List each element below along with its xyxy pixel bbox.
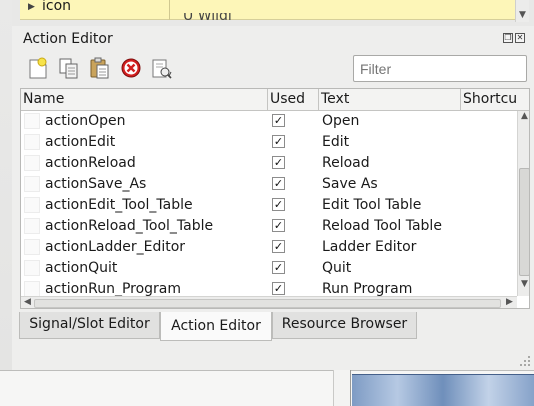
column-header-shortcut[interactable]: Shortcut — [461, 89, 517, 111]
table-header: Name Used Text Shortcut — [21, 89, 529, 111]
used-checkbox: ✓ — [272, 282, 285, 295]
action-icon-placeholder — [24, 218, 40, 234]
action-icon-placeholder — [24, 134, 40, 150]
configure-icon — [152, 59, 172, 79]
column-header-used[interactable]: Used — [268, 89, 319, 111]
dock-title: Action Editor — [23, 31, 113, 47]
delete-icon — [121, 58, 141, 78]
scroll-down-icon[interactable]: ▼ — [519, 10, 526, 20]
action-name: actionLadder_Editor — [45, 239, 186, 255]
tab-signal-slot-editor[interactable]: Signal/Slot Editor — [19, 312, 160, 339]
action-toolbar — [26, 56, 174, 80]
vertical-scroll-thumb[interactable] — [519, 168, 529, 276]
action-name: actionEdit — [45, 134, 116, 150]
form-preview-image — [352, 374, 534, 406]
new-action-button[interactable] — [26, 56, 50, 80]
property-name: icon — [42, 0, 72, 14]
property-editor: ▶ icon U Wildi ▼ — [12, 0, 532, 22]
action-text: Edit — [322, 134, 350, 150]
table-row[interactable]: actionReload_Tool_Table ✓ Reload Tool Ta… — [21, 216, 517, 237]
filter-input[interactable] — [353, 55, 527, 82]
action-icon-placeholder — [24, 281, 40, 296]
action-editor-dock: Action Editor ❐ ✕ Filter Name Used Text … — [12, 26, 534, 370]
paste-icon — [90, 57, 109, 79]
new-action-icon — [29, 57, 47, 79]
action-name: actionEdit_Tool_Table — [45, 197, 193, 213]
action-icon-placeholder — [24, 239, 40, 255]
action-text: Run Program — [322, 281, 413, 296]
used-checkbox: ✓ — [272, 177, 285, 190]
tab-action-editor[interactable]: Action Editor — [160, 312, 272, 341]
action-icon-placeholder — [24, 155, 40, 171]
action-text: Reload — [322, 155, 370, 171]
table-row[interactable]: actionEdit ✓ Edit — [21, 132, 517, 153]
used-checkbox: ✓ — [272, 261, 285, 274]
action-name: actionSave_As — [45, 176, 147, 192]
property-row-icon[interactable]: ▶ icon U Wildi — [20, 0, 527, 20]
action-icon-placeholder — [24, 260, 40, 276]
close-dock-icon[interactable]: ✕ — [515, 33, 525, 43]
scroll-right-icon[interactable]: ▶ — [506, 297, 513, 307]
delete-action-button[interactable] — [119, 56, 143, 80]
horizontal-scroll-thumb[interactable] — [34, 299, 501, 308]
action-icon-placeholder — [24, 113, 40, 129]
resize-grip-icon[interactable] — [520, 356, 530, 366]
used-checkbox: ✓ — [272, 198, 285, 211]
copy-action-button[interactable] — [57, 56, 81, 80]
paste-action-button[interactable] — [88, 56, 112, 80]
action-text: Reload Tool Table — [322, 218, 442, 234]
action-text: Quit — [322, 260, 352, 276]
float-dock-icon[interactable]: ❐ — [503, 33, 513, 43]
action-text: Save As — [322, 176, 378, 192]
table-row[interactable]: actionLadder_Editor ✓ Ladder Editor — [21, 237, 517, 258]
table-row[interactable]: actionQuit ✓ Quit — [21, 258, 517, 279]
splitter-handle[interactable] — [333, 370, 351, 406]
column-header-text[interactable]: Text — [319, 89, 461, 111]
scroll-down-icon[interactable]: ▼ — [521, 279, 528, 289]
action-text: Ladder Editor — [322, 239, 417, 255]
property-scrollbar[interactable]: ▼ — [515, 0, 529, 22]
table-row[interactable]: actionSave_As ✓ Save As — [21, 174, 517, 195]
used-checkbox: ✓ — [272, 114, 285, 127]
dock-buttons: ❐ ✕ — [503, 33, 525, 43]
horizontal-scrollbar[interactable]: ◀ ▶ — [21, 296, 517, 308]
action-icon-placeholder — [24, 176, 40, 192]
table-row[interactable]: actionEdit_Tool_Table ✓ Edit Tool Table — [21, 195, 517, 216]
action-name: actionReload_Tool_Table — [45, 218, 214, 234]
table-row[interactable]: actionOpen ✓ Open — [21, 111, 517, 132]
expand-arrow-icon[interactable]: ▶ — [28, 2, 35, 12]
action-name: actionRun_Program — [45, 281, 182, 296]
table-body: actionOpen ✓ Open actionEdit ✓ Edit acti… — [21, 111, 517, 296]
copy-icon — [59, 58, 78, 79]
column-header-name[interactable]: Name — [21, 89, 268, 111]
scroll-up-icon[interactable]: ▲ — [521, 111, 528, 121]
property-name-cell: ▶ icon — [20, 0, 170, 20]
tab-resource-browser[interactable]: Resource Browser — [272, 312, 417, 339]
vertical-scrollbar[interactable]: ▲ ▼ — [517, 111, 529, 296]
scroll-left-icon[interactable]: ◀ — [24, 297, 31, 307]
table-row[interactable]: actionRun_Program ✓ Run Program — [21, 279, 517, 296]
used-checkbox: ✓ — [272, 156, 285, 169]
table-row[interactable]: actionReload ✓ Reload — [21, 153, 517, 174]
configure-action-button[interactable] — [150, 56, 174, 80]
left-panel-edge — [0, 0, 12, 370]
property-value: U Wildi — [183, 13, 232, 20]
action-text: Open — [322, 113, 360, 129]
action-name: actionReload — [45, 155, 136, 171]
action-name: actionQuit — [45, 260, 118, 276]
action-icon-placeholder — [24, 197, 40, 213]
actions-table: Name Used Text Shortcut actionOpen ✓ Ope… — [20, 88, 530, 309]
used-checkbox: ✓ — [272, 135, 285, 148]
used-checkbox: ✓ — [272, 219, 285, 232]
action-text: Edit Tool Table — [322, 197, 422, 213]
used-checkbox: ✓ — [272, 240, 285, 253]
action-name: actionOpen — [45, 113, 126, 129]
